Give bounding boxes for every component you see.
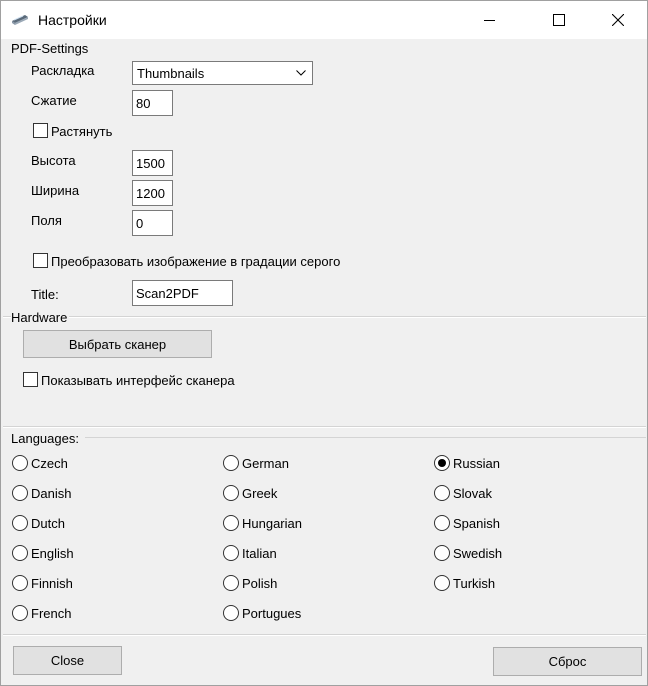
height-input-value: 1500 [136,156,165,171]
section-divider-highlight [3,427,646,428]
close-button[interactable]: Close [13,646,122,675]
languages-header-line [85,437,646,438]
radio-label-french: French [31,606,72,621]
section-divider-highlight [3,317,646,318]
hardware-header: Hardware [11,310,70,325]
grayscale-checkbox[interactable] [33,253,48,268]
window-title: Настройки [38,12,107,28]
show-interface-checkbox[interactable] [23,372,38,387]
reset-button-label: Сброс [548,654,587,669]
radio-label-italian: Italian [242,546,277,561]
radio-italian[interactable] [223,545,239,561]
radio-french[interactable] [12,605,28,621]
reset-button[interactable]: Сброс [493,647,642,676]
radio-label-dutch: Dutch [31,516,65,531]
maximize-icon [553,14,565,26]
margins-label: Поля [31,213,62,228]
maximize-button[interactable] [536,1,582,39]
compression-input-value: 80 [136,96,151,111]
radio-slovak[interactable] [434,485,450,501]
show-interface-label: Показывать интерфейс сканера [41,373,235,388]
radio-label-hungarian: Hungarian [242,516,302,531]
close-window-button[interactable] [595,1,641,39]
pdf-settings-header: PDF-Settings [11,41,89,56]
radio-label-german: German [242,456,289,471]
close-button-label: Close [50,653,85,668]
title-label: Title: [31,287,59,302]
radio-german[interactable] [223,455,239,471]
layout-select-value: Thumbnails [137,66,205,81]
title-input-value: Scan2PDF [136,286,199,301]
radio-label-swedish: Swedish [453,546,503,561]
minimize-icon [484,20,495,21]
scanner-app-icon [12,15,28,25]
radio-label-greek: Greek [242,486,278,501]
title-bar: Настройки [1,1,647,39]
radio-label-polish: Polish [242,576,278,591]
compression-input[interactable]: 80 [132,90,173,116]
select-scanner-button-label: Выбрать сканер [68,336,167,352]
radio-polish[interactable] [223,575,239,591]
radio-hungarian[interactable] [223,515,239,531]
radio-label-turkish: Turkish [453,576,496,591]
radio-swedish[interactable] [434,545,450,561]
radio-label-slovak: Slovak [453,486,493,501]
radio-label-finnish: Finnish [31,576,73,591]
radio-label-spanish: Spanish [453,516,500,531]
section-divider-highlight [3,635,646,636]
languages-header: Languages: [11,431,79,446]
radio-label-portugues: Portugues [242,606,302,621]
grayscale-label: Преобразовать изображение в градации сер… [51,254,341,269]
radio-turkish[interactable] [434,575,450,591]
minimize-button[interactable] [467,1,513,39]
radio-portugues[interactable] [223,605,239,621]
stretch-label: Растянуть [51,124,113,139]
stretch-checkbox[interactable] [33,123,48,138]
radio-label-english: English [31,546,74,561]
radio-dutch[interactable] [12,515,28,531]
radio-english[interactable] [12,545,28,561]
width-input-value: 1200 [136,186,165,201]
margins-input[interactable]: 0 [132,210,173,236]
radio-selected-dot [438,459,446,467]
radio-label-danish: Danish [31,486,72,501]
height-label: Высота [31,153,76,168]
layout-label: Раскладка [31,63,95,78]
layout-select[interactable]: Thumbnails [132,61,313,85]
radio-label-russian: Russian [453,456,500,471]
radio-danish[interactable] [12,485,28,501]
radio-russian[interactable] [434,455,450,471]
close-icon [612,14,624,26]
height-input[interactable]: 1500 [132,150,173,176]
width-input[interactable]: 1200 [132,180,173,206]
width-label: Ширина [31,183,80,198]
select-scanner-button[interactable]: Выбрать сканер [23,330,212,358]
compression-label: Сжатие [31,93,77,108]
radio-label-czech: Czech [31,456,68,471]
radio-czech[interactable] [12,455,28,471]
radio-greek[interactable] [223,485,239,501]
settings-window: Настройки PDF-Settings Раскладка Thumbna… [0,0,648,686]
title-input[interactable]: Scan2PDF [132,280,233,306]
margins-input-value: 0 [136,216,144,231]
radio-finnish[interactable] [12,575,28,591]
radio-spanish[interactable] [434,515,450,531]
chevron-down-icon [296,70,306,76]
